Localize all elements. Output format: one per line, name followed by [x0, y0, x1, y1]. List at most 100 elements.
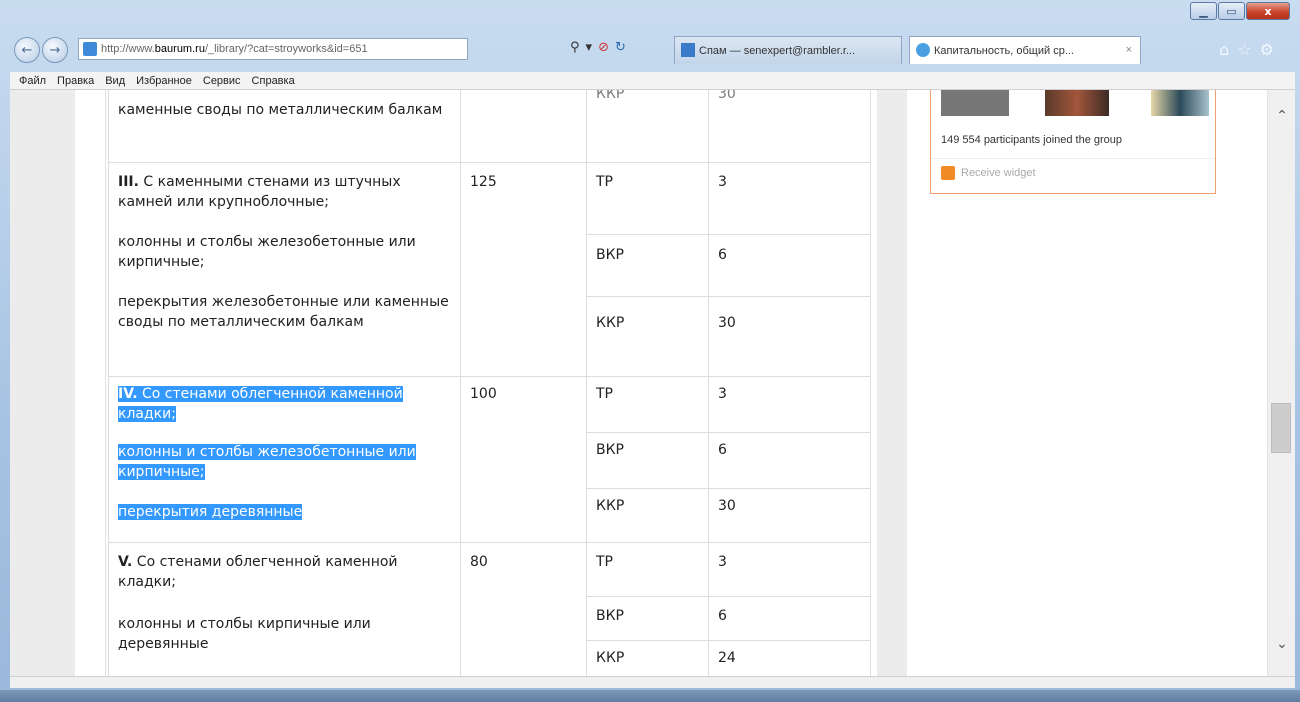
member-avatar[interactable] — [1045, 90, 1109, 116]
search-icon[interactable]: ⚲ — [570, 40, 580, 55]
table-cell-description-selected[interactable]: IV. Со стенами облегченной каменной клад… — [118, 384, 453, 424]
table-cell-type: ВКР — [596, 608, 624, 624]
table-row-divider — [108, 542, 871, 543]
tab-active-page[interactable]: Капитальность, общий ср... × — [909, 36, 1141, 64]
table-cell-value: 3 — [718, 554, 727, 570]
selected-text: колонны и столбы железобетонные или кирп… — [118, 444, 416, 480]
roman-numeral: IV. — [118, 386, 138, 402]
widget-divider — [931, 158, 1215, 159]
ie-page-icon — [916, 43, 930, 57]
address-tools: ⚲ ▾ ⊘ ↻ — [570, 40, 626, 55]
table-cell-value: 6 — [718, 442, 727, 458]
group-widget: 149 554 participants joined the group Re… — [930, 90, 1216, 194]
page-content: каменные своды по металлическим балкам К… — [10, 90, 1295, 676]
table-cell-value: 6 — [718, 247, 727, 263]
right-gutter — [877, 90, 907, 676]
dropdown-icon[interactable]: ▾ — [586, 40, 593, 55]
receive-widget-label: Receive widget — [961, 167, 1036, 179]
tab-close-icon[interactable]: × — [1126, 44, 1132, 56]
table-cell-type: ТР — [596, 174, 613, 190]
table-cell-description: V. Со стенами облегченной каменной кладк… — [118, 552, 453, 592]
chevron-down-icon[interactable]: ⌄ — [1268, 636, 1295, 656]
receive-widget-link[interactable]: Receive widget — [941, 166, 1036, 180]
table-cell-type: ККР — [596, 498, 625, 514]
table-cell-value: 3 — [718, 174, 727, 190]
table-cell-number: 100 — [470, 386, 497, 402]
table-cell-number: 80 — [470, 554, 488, 570]
left-divider — [105, 90, 106, 676]
gear-icon[interactable]: ⚙ — [1260, 40, 1274, 59]
table-row-divider — [586, 432, 871, 433]
table-cell-type: ККР — [596, 90, 625, 102]
table-cell-type: ТР — [596, 386, 613, 402]
table-border — [870, 90, 871, 676]
left-margin — [10, 90, 75, 676]
table-cell-description: III. С каменными стенами из штучных камн… — [118, 172, 453, 212]
site-favicon-icon — [83, 42, 97, 56]
table-row-divider — [586, 596, 871, 597]
star-icon[interactable]: ☆ — [1237, 40, 1251, 59]
vertical-scrollbar[interactable]: ⌃ ⌄ — [1267, 90, 1295, 676]
table-cell-description: колонны и столбы железобетонные или кирп… — [118, 234, 416, 270]
table-cell-type: ККР — [596, 315, 625, 331]
menu-help[interactable]: Справка — [252, 75, 295, 87]
table-column-divider — [708, 90, 709, 676]
table-column-divider — [586, 90, 587, 676]
table-cell-number: 125 — [470, 174, 497, 190]
forward-arrow-icon[interactable]: → — [42, 37, 68, 63]
table-cell-type: ВКР — [596, 442, 624, 458]
address-url-suffix: /_library/?cat=stroyworks&id=651 — [204, 43, 368, 55]
stop-icon[interactable]: ⊘ — [598, 40, 609, 55]
browser-window: ▁ ▭ x ← → http://www. baurum.ru/_library/… — [0, 0, 1300, 702]
table-cell-value: 6 — [718, 608, 727, 624]
table-row-divider — [586, 640, 871, 641]
address-bar[interactable]: http://www. baurum.ru/_library/?cat=stroy… — [78, 38, 468, 60]
member-avatar[interactable] — [941, 90, 1009, 116]
navigation-bar: ← → http://www. baurum.ru/_library/?cat=s… — [14, 34, 1294, 66]
row-heading-text: Со стенами облегченной каменной кладки; — [118, 554, 398, 590]
table-cell-description: перекрытия железобетонные или каменные с… — [118, 294, 449, 330]
address-url-prefix: http://www. — [101, 43, 155, 55]
odnoklassniki-icon — [941, 166, 955, 180]
row-heading-text: Со стенами облегченной каменной кладки; — [118, 386, 403, 422]
table-border — [108, 90, 109, 676]
maximize-button[interactable]: ▭ — [1218, 2, 1245, 20]
scrollbar-thumb[interactable] — [1271, 403, 1291, 453]
menu-bar: Файл Правка Вид Избранное Сервис Справка — [10, 72, 1295, 90]
table-cell-description: колонны и столбы кирпичные или деревянны… — [118, 616, 371, 652]
close-button[interactable]: x — [1246, 2, 1290, 20]
table-cell-description-selected[interactable]: перекрытия деревянные — [118, 502, 453, 522]
tab-label: Капитальность, общий ср... — [934, 44, 1074, 57]
tab-label: Спам — senexpert@rambler.r... — [699, 44, 856, 57]
table-cell-value: 24 — [718, 650, 736, 666]
window-controls: ▁ ▭ x — [1189, 2, 1290, 20]
minimize-button[interactable]: ▁ — [1190, 2, 1217, 20]
table-row-divider — [108, 376, 871, 377]
address-domain: baurum.ru — [154, 43, 205, 55]
table-row-divider — [586, 234, 871, 235]
taskbar — [0, 690, 1300, 702]
menu-file[interactable]: Файл — [19, 75, 46, 87]
selected-text: перекрытия деревянные — [118, 504, 303, 520]
status-bar — [10, 676, 1295, 688]
back-arrow-icon[interactable]: ← — [14, 37, 40, 63]
refresh-icon[interactable]: ↻ — [615, 40, 626, 55]
menu-edit[interactable]: Правка — [57, 75, 94, 87]
member-avatar[interactable] — [1151, 90, 1209, 116]
table-cell-description: каменные своды по металлическим балкам — [118, 102, 443, 118]
home-icon[interactable]: ⌂ — [1219, 40, 1229, 59]
table-cell-type: ТР — [596, 554, 613, 570]
menu-tools[interactable]: Сервис — [203, 75, 241, 87]
table-row-divider — [586, 296, 871, 297]
table-cell-description-selected[interactable]: колонны и столбы железобетонные или кирп… — [118, 442, 453, 482]
chevron-up-icon[interactable]: ⌃ — [1268, 108, 1295, 128]
menu-favorites[interactable]: Избранное — [136, 75, 192, 87]
tab-mail[interactable]: Спам — senexpert@rambler.r... — [674, 36, 902, 64]
menu-view[interactable]: Вид — [105, 75, 125, 87]
roman-numeral: V. — [118, 554, 133, 570]
table-cell-type: ККР — [596, 650, 625, 666]
table-row-divider — [586, 488, 871, 489]
table-cell-value: 30 — [718, 498, 736, 514]
participants-count: 149 554 participants joined the group — [941, 134, 1123, 146]
roman-numeral: III. — [118, 174, 139, 190]
